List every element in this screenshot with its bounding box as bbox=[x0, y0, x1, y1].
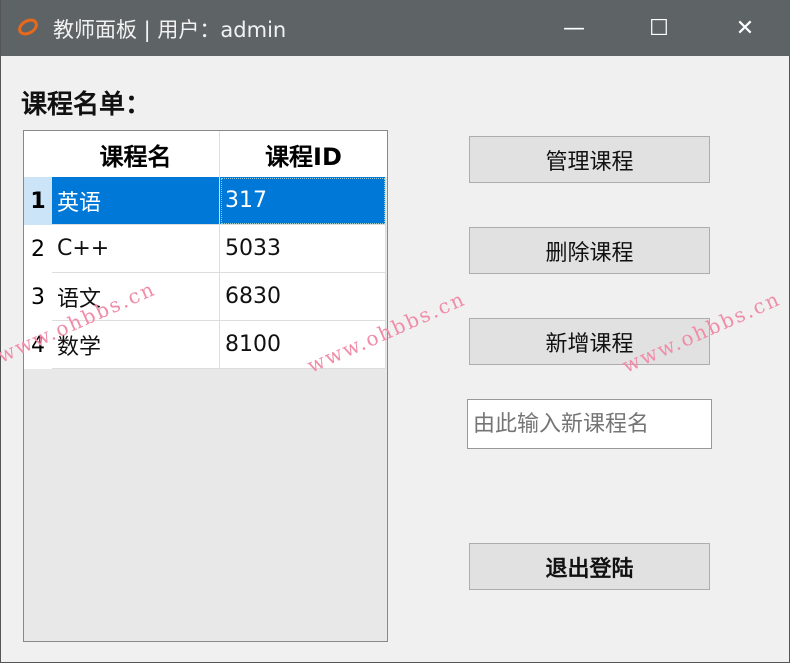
title-bar[interactable]: 教师面板 | 用户：admin — ☐ ✕ bbox=[1, 0, 790, 56]
cell-course-id[interactable]: 8100 bbox=[220, 321, 386, 369]
minimize-icon: — bbox=[563, 15, 585, 41]
cell-course-id[interactable]: 6830 bbox=[220, 273, 386, 321]
cell-course-name[interactable]: 数学 bbox=[52, 321, 220, 369]
cell-course-name[interactable]: C++ bbox=[52, 225, 220, 273]
maximize-button[interactable]: ☐ bbox=[631, 0, 687, 56]
row-header[interactable]: 1 bbox=[24, 177, 52, 225]
manage-course-button[interactable]: 管理课程 bbox=[469, 136, 710, 183]
course-table[interactable]: 课程名 课程ID 1 英语 317 2 C++ 5033 3 语文 6830 4… bbox=[23, 130, 388, 642]
cell-course-name[interactable]: 语文 bbox=[52, 273, 220, 321]
row-header[interactable]: 2 bbox=[24, 225, 52, 273]
logout-button[interactable]: 退出登陆 bbox=[469, 543, 710, 590]
course-list-heading: 课程名单： bbox=[21, 90, 152, 120]
cell-course-name[interactable]: 英语 bbox=[52, 177, 220, 225]
row-header[interactable]: 4 bbox=[24, 321, 52, 369]
close-icon: ✕ bbox=[735, 15, 755, 41]
app-icon bbox=[18, 18, 38, 36]
window: 教师面板 | 用户：admin — ☐ ✕ 课程名单： 课程名 课程ID 1 英… bbox=[0, 0, 790, 663]
add-course-button[interactable]: 新增课程 bbox=[469, 318, 710, 365]
cell-course-id[interactable]: 5033 bbox=[220, 225, 386, 273]
maximize-icon: ☐ bbox=[649, 15, 669, 41]
column-header-id[interactable]: 课程ID bbox=[220, 131, 387, 177]
corner-header[interactable] bbox=[24, 131, 52, 177]
cell-course-id[interactable]: 317 bbox=[220, 177, 386, 225]
close-button[interactable]: ✕ bbox=[717, 0, 773, 56]
minimize-button[interactable]: — bbox=[546, 0, 602, 56]
window-title: 教师面板 | 用户：admin bbox=[53, 18, 287, 42]
new-course-name-input[interactable] bbox=[467, 399, 712, 449]
row-header[interactable]: 3 bbox=[24, 273, 52, 321]
column-header-name[interactable]: 课程名 bbox=[52, 131, 220, 177]
delete-course-button[interactable]: 删除课程 bbox=[469, 227, 710, 274]
